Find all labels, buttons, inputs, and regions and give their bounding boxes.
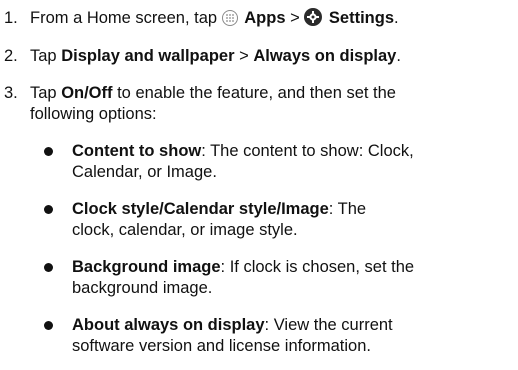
bullet-line: Content to show: The content to show: Cl… (72, 141, 512, 162)
step-line: following options: (30, 105, 157, 123)
bullet-line: Background image: If clock is chosen, se… (72, 257, 512, 278)
bullet-line: clock, calendar, or image style. (72, 221, 298, 239)
menu-path-display-wallpaper: Display and wallpaper (61, 47, 235, 65)
bullet-dot (44, 321, 53, 330)
separator: > (234, 47, 254, 65)
instructions-document: 1. From a Home screen, tap Apps > Settin… (0, 0, 518, 370)
bullet-description: : The content to show: Clock, (201, 142, 414, 160)
bullet-line: Calendar, or Image. (72, 163, 217, 181)
menu-path-always-on-display: Always on display (253, 47, 397, 65)
step-text: Tap Display and wallpaper > Always on di… (30, 46, 510, 67)
bullet-text: Background image: If clock is chosen, se… (72, 257, 512, 299)
gear-icon (304, 8, 323, 26)
bullet-dot (44, 263, 53, 272)
settings-label: Settings (328, 9, 394, 27)
bullet-term: Clock style/Calendar style/Image (72, 200, 329, 218)
bullet-text: Content to show: The content to show: Cl… (72, 141, 512, 183)
apps-label: Apps (244, 9, 286, 27)
bullet-dot (44, 205, 53, 214)
step-number: 1. (4, 9, 18, 27)
step-text-part: Tap (30, 84, 62, 102)
bullet-description: : The (328, 200, 367, 218)
step-line: Tap On/Off to enable the feature, and th… (30, 83, 510, 104)
bullet-text: Clock style/Calendar style/Image: The cl… (72, 199, 512, 241)
bullet-term: Content to show (72, 142, 202, 160)
step-text-part: to enable the feature, and then set the (112, 84, 396, 102)
step-text: From a Home screen, tap Apps > Settings. (30, 8, 510, 29)
bullet-text: About always on display: View the curren… (72, 315, 512, 357)
bullet-line: About always on display: View the curren… (72, 315, 512, 336)
on-off-label: On/Off (61, 84, 113, 102)
bullet-term: Background image (72, 258, 221, 276)
bullet-description: : If clock is chosen, set the (220, 258, 415, 276)
step-text: Tap On/Off to enable the feature, and th… (30, 83, 510, 125)
step-text-part: . (394, 9, 399, 27)
bullet-description: : View the current (264, 316, 393, 334)
step-text-part: Tap (30, 47, 62, 65)
step-text-part: . (396, 47, 401, 65)
step-text-part: From a Home screen, tap (30, 9, 222, 27)
separator: > (285, 9, 305, 27)
bullet-line: background image. (72, 279, 213, 297)
apps-grid-icon (221, 10, 238, 26)
bullet-line: software version and license information… (72, 337, 371, 355)
step-number: 3. (4, 84, 18, 102)
step-number: 2. (4, 47, 18, 65)
bullet-dot (44, 147, 53, 156)
bullet-term: About always on display (72, 316, 265, 334)
bullet-line: Clock style/Calendar style/Image: The (72, 199, 512, 220)
